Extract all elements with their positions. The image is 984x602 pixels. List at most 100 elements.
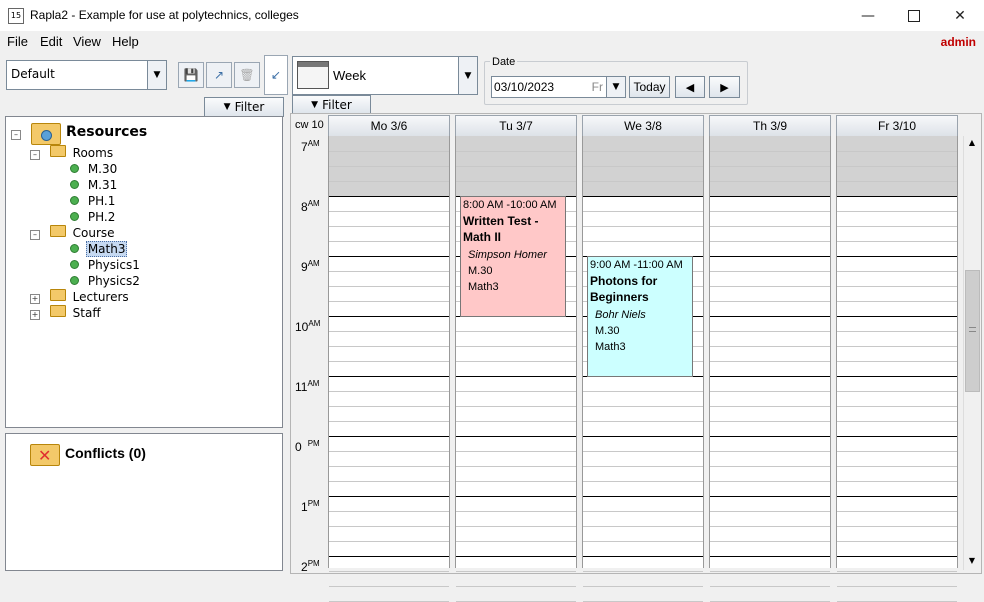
next-week-button[interactable]: ▶ bbox=[709, 76, 740, 98]
tree-item-room[interactable]: M.31 bbox=[70, 177, 117, 193]
menu-file[interactable]: File bbox=[7, 34, 28, 49]
event-course: Math3 bbox=[468, 281, 499, 293]
conflicts-label[interactable]: Conflicts (0) bbox=[65, 445, 146, 461]
quarter-line bbox=[456, 151, 576, 152]
menu-edit[interactable]: Edit bbox=[40, 34, 62, 49]
scroll-up-icon[interactable]: ▲ bbox=[966, 138, 978, 150]
day-column[interactable] bbox=[709, 136, 831, 602]
quarter-line bbox=[583, 241, 703, 242]
quarter-line bbox=[837, 571, 957, 572]
current-user[interactable]: admin bbox=[941, 35, 976, 49]
calendar-week-number: cw 10 bbox=[295, 119, 324, 131]
view-mode-select[interactable]: Week ▼ bbox=[292, 56, 478, 95]
quarter-line bbox=[837, 166, 957, 167]
quarter-line bbox=[837, 301, 957, 302]
event-written-test[interactable]: 8:00 AM -10:00 AM Written Test - Math II… bbox=[460, 196, 566, 317]
quarter-line bbox=[329, 511, 449, 512]
day-header-tue[interactable]: Tu 3/7 bbox=[455, 115, 577, 137]
resource-dot-icon bbox=[70, 180, 79, 189]
course-item-label: Physics1 bbox=[87, 258, 140, 272]
view-select[interactable]: Default ▼ bbox=[6, 60, 167, 90]
day-column[interactable] bbox=[328, 136, 450, 602]
quarter-line bbox=[837, 526, 957, 527]
day-header-mon[interactable]: Mo 3/6 bbox=[328, 115, 450, 137]
tree-item-room[interactable]: PH.2 bbox=[70, 209, 115, 225]
tree-item-course[interactable]: Physics1 bbox=[70, 257, 140, 273]
quarter-line bbox=[837, 391, 957, 392]
quarter-line bbox=[710, 511, 830, 512]
menu-view[interactable]: View bbox=[73, 34, 101, 49]
hour-line bbox=[456, 556, 576, 557]
day-column[interactable] bbox=[836, 136, 958, 602]
tree-root-resources[interactable]: – bbox=[11, 125, 21, 141]
previous-week-button[interactable]: ◀ bbox=[675, 76, 705, 98]
quarter-line bbox=[837, 586, 957, 587]
resources-label[interactable]: Resources bbox=[66, 124, 147, 140]
tree-item-course-selected[interactable]: Math3 bbox=[70, 241, 128, 257]
quarter-line bbox=[583, 526, 703, 527]
quarter-line bbox=[710, 271, 830, 272]
quarter-line bbox=[329, 451, 449, 452]
day-header-thu[interactable]: Th 3/9 bbox=[709, 115, 831, 137]
maximize-button[interactable] bbox=[891, 0, 937, 31]
minimize-button[interactable]: — bbox=[845, 0, 891, 31]
quarter-line bbox=[456, 391, 576, 392]
quarter-line bbox=[837, 511, 957, 512]
day-header-wed[interactable]: We 3/8 bbox=[582, 115, 704, 137]
quarter-line bbox=[456, 181, 576, 182]
menu-help[interactable]: Help bbox=[112, 34, 139, 49]
quarter-line bbox=[329, 166, 449, 167]
quarter-line bbox=[583, 226, 703, 227]
event-photons[interactable]: 9:00 AM -11:00 AM Photons for Beginners … bbox=[587, 256, 693, 377]
collapse-panel-button[interactable]: ↙ bbox=[264, 55, 288, 95]
tree-item-room[interactable]: PH.1 bbox=[70, 193, 115, 209]
scrollbar-thumb[interactable] bbox=[965, 270, 980, 392]
event-room: M.30 bbox=[595, 325, 620, 337]
hour-line bbox=[710, 256, 830, 257]
tree-node-course[interactable]: – Course bbox=[30, 225, 115, 241]
quarter-line bbox=[837, 151, 957, 152]
hour-line bbox=[329, 316, 449, 317]
close-button[interactable]: ✕ bbox=[937, 0, 983, 31]
delete-view-button[interactable]: 🗑 bbox=[234, 62, 260, 88]
quarter-line bbox=[329, 181, 449, 182]
resource-dot-icon bbox=[70, 164, 79, 173]
tree-item-course[interactable]: Physics2 bbox=[70, 273, 140, 289]
quarter-line bbox=[583, 511, 703, 512]
vertical-scrollbar[interactable]: ▲ ▼ bbox=[963, 136, 980, 570]
tree-node-rooms[interactable]: – Rooms bbox=[30, 145, 113, 161]
quarter-line bbox=[710, 421, 830, 422]
hour-label: 2PM bbox=[301, 559, 320, 574]
hour-line bbox=[329, 256, 449, 257]
hour-line bbox=[710, 196, 830, 197]
resource-tree: – Resources – Rooms M.30 M.31 PH.1 PH.2 … bbox=[5, 116, 283, 428]
quarter-line bbox=[583, 211, 703, 212]
date-weekday: Fr bbox=[591, 80, 603, 94]
event-room: M.30 bbox=[468, 265, 493, 277]
today-button[interactable]: Today bbox=[629, 76, 670, 98]
event-title: Written Test - Math II bbox=[463, 214, 539, 244]
quarter-line bbox=[583, 481, 703, 482]
arrow-right-icon: ▶ bbox=[720, 80, 729, 94]
resource-filter-button[interactable]: ▼ Filter bbox=[204, 97, 284, 117]
event-lecturer: Simpson Homer bbox=[468, 249, 547, 261]
room-label: PH.1 bbox=[87, 194, 116, 208]
scroll-down-icon[interactable]: ▼ bbox=[966, 556, 978, 568]
chevron-down-icon: ▼ bbox=[612, 82, 620, 92]
hour-line bbox=[583, 556, 703, 557]
export-view-button[interactable]: ↗ bbox=[206, 62, 232, 88]
tree-item-room[interactable]: M.30 bbox=[70, 161, 117, 177]
tree-node-lecturers[interactable]: + Lecturers bbox=[30, 289, 129, 305]
date-input[interactable]: 03/10/2023 Fr bbox=[491, 76, 607, 98]
expand-icon: + bbox=[30, 310, 40, 320]
date-picker-button[interactable]: ▼ bbox=[606, 76, 626, 98]
conflicts-folder-icon: ✕ bbox=[30, 440, 60, 466]
resource-dot-icon bbox=[70, 260, 79, 269]
save-view-button[interactable]: 💾 bbox=[178, 62, 204, 88]
hour-line bbox=[837, 496, 957, 497]
day-header-fri[interactable]: Fr 3/10 bbox=[836, 115, 958, 137]
hour-line bbox=[329, 436, 449, 437]
tree-node-staff[interactable]: + Staff bbox=[30, 305, 101, 321]
date-input-value: 03/10/2023 bbox=[494, 80, 555, 94]
event-filter-button[interactable]: ▼ Filter bbox=[292, 95, 371, 114]
